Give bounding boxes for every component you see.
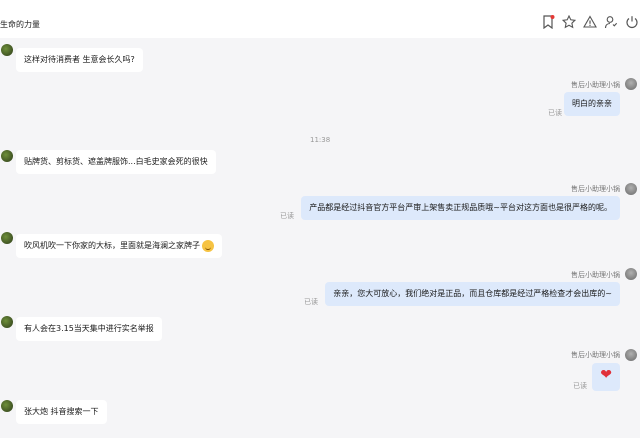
read-status: 已读 (280, 212, 294, 220)
agent-avatar[interactable] (625, 349, 637, 361)
message-bubble-right[interactable]: ❤ (592, 363, 620, 391)
message-bubble-left[interactable]: 这样对待消费者 生意会长久吗? (16, 48, 143, 72)
read-status: 已读 (548, 109, 562, 117)
customer-avatar[interactable] (1, 400, 13, 412)
conversation-title: 生命的力量 (0, 20, 40, 29)
timestamp: 11:38 (310, 136, 331, 144)
message-bubble-left[interactable]: 张大炮 抖音搜索一下 (16, 400, 107, 424)
chat-header: 生命的力量 (0, 0, 640, 38)
message-bubble-left[interactable]: 有人会在3.15当天集中进行实名举报 (16, 317, 162, 341)
message-bubble-left[interactable]: 贴牌货、剪标货、遮盖牌服饰...白毛史家会死的很快 (16, 150, 216, 174)
message-bubble-right[interactable]: 产品都是经过抖音官方平台严审上架售卖正规品质哦~平台对这方面也是很严格的呢。 (301, 196, 620, 220)
customer-avatar[interactable] (1, 150, 13, 162)
star-icon[interactable] (561, 14, 577, 30)
message-bubble-left[interactable]: 吹风机吹一下你家的大标，里面就是海澜之家牌子 (16, 234, 222, 258)
bookmark-flag-icon[interactable] (540, 14, 556, 30)
read-status: 已读 (573, 382, 587, 390)
sender-name: 售后小助理小锅 (571, 185, 620, 193)
warning-icon[interactable] (582, 14, 598, 30)
header-toolbar (540, 14, 640, 34)
read-status: 已读 (304, 298, 318, 306)
power-icon[interactable] (624, 14, 640, 30)
message-bubble-right[interactable]: 明白的亲亲 (564, 92, 620, 116)
agent-avatar[interactable] (625, 268, 637, 280)
customer-avatar[interactable] (1, 232, 13, 244)
sender-name: 售后小助理小锅 (571, 81, 620, 89)
message-text: 吹风机吹一下你家的大标，里面就是海澜之家牌子 (24, 241, 200, 250)
sender-name: 售后小助理小锅 (571, 271, 620, 279)
chat-message-list[interactable]: 这样对待消费者 生意会长久吗? 售后小助理小锅 已读 明白的亲亲 11:38 贴… (0, 38, 640, 438)
agent-avatar[interactable] (625, 183, 637, 195)
message-bubble-right[interactable]: 亲亲，您大可放心，我们绝对是正品，而且仓库都是经过严格检查才会出库的~ (325, 282, 620, 306)
user-icon[interactable] (603, 14, 619, 30)
sender-name: 售后小助理小锅 (571, 351, 620, 359)
agent-avatar[interactable] (625, 78, 637, 90)
rofl-emoji-icon (202, 239, 214, 252)
customer-avatar[interactable] (1, 44, 13, 56)
customer-avatar[interactable] (1, 316, 13, 328)
heart-icon: ❤ (600, 367, 612, 383)
